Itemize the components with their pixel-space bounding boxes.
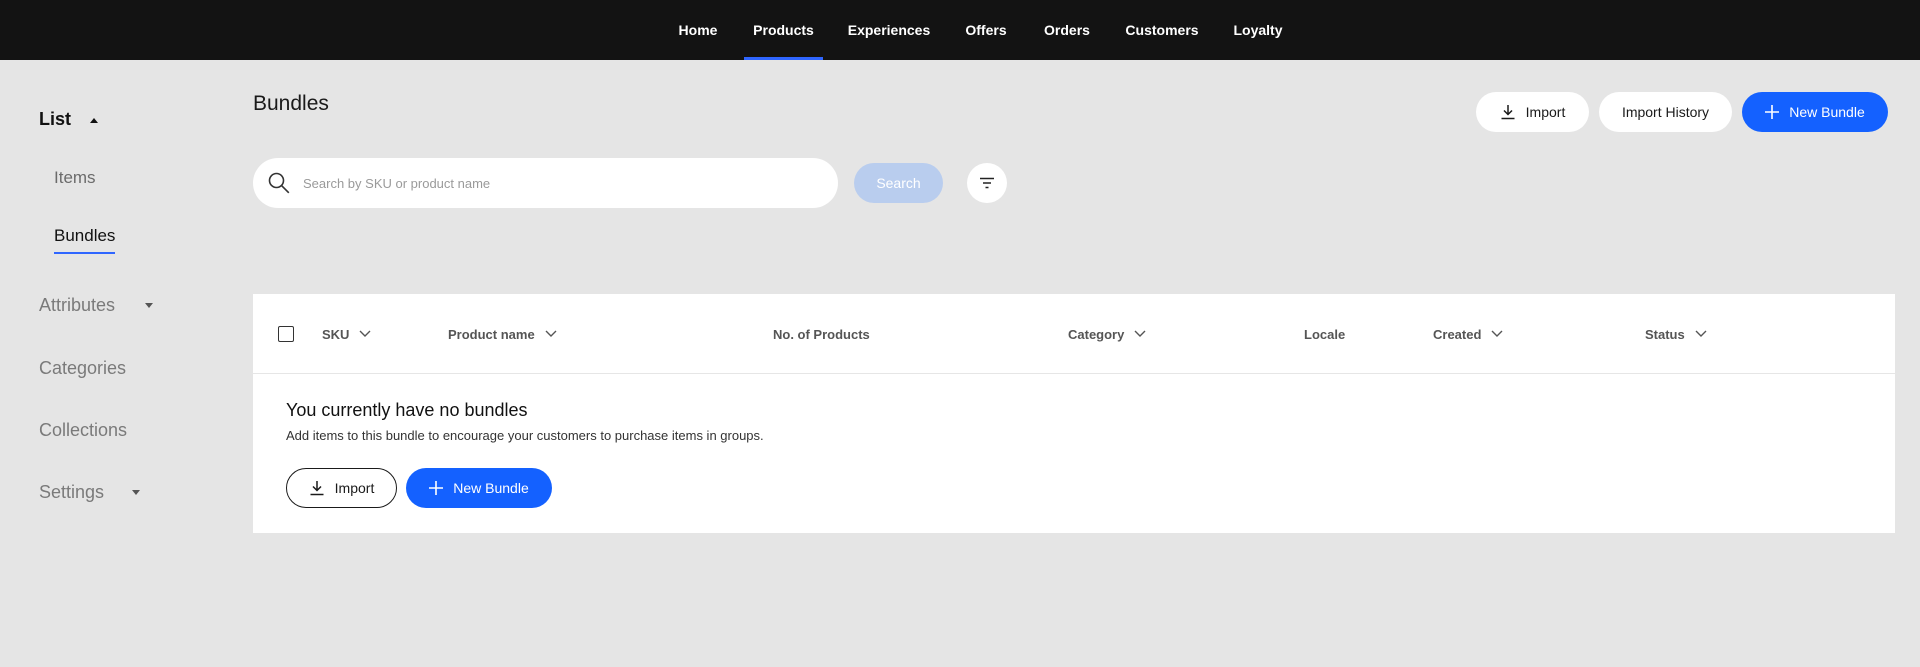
empty-state-description: Add items to this bundle to encourage yo…	[286, 428, 764, 443]
column-label: Locale	[1304, 326, 1346, 342]
sidebar-attributes-toggle[interactable]: Attributes	[39, 295, 159, 316]
filter-icon	[979, 177, 995, 189]
column-label: Status	[1645, 326, 1685, 342]
bundles-table: SKU Product name No. of Products Categor…	[253, 294, 1895, 533]
import-history-label: Import History	[1621, 104, 1710, 120]
sidebar-settings-label: Settings	[39, 482, 105, 502]
import-button-label: Import	[1525, 104, 1566, 120]
sidebar-attributes-label: Attributes	[39, 295, 116, 315]
download-icon	[309, 480, 325, 496]
plus-icon	[1765, 105, 1780, 119]
nav-item-experiences[interactable]: Experiences	[846, 0, 932, 60]
new-bundle-button[interactable]: New Bundle	[1742, 92, 1888, 132]
column-header-created[interactable]: Created	[1433, 294, 1503, 374]
chevron-down-icon	[1491, 330, 1503, 338]
caret-down-icon	[145, 303, 153, 308]
empty-import-label: Import	[334, 480, 375, 496]
nav-item-customers[interactable]: Customers	[1124, 0, 1200, 60]
nav-item-offers[interactable]: Offers	[962, 0, 1010, 60]
sidebar-list-label: List	[39, 109, 72, 129]
sidebar-item-bundles[interactable]: Bundles	[54, 226, 116, 254]
select-all-checkbox[interactable]	[278, 326, 294, 342]
chevron-down-icon	[359, 330, 371, 338]
search-bar	[253, 158, 838, 208]
nav-item-loyalty[interactable]: Loyalty	[1230, 0, 1286, 60]
top-navigation: Home Products Experiences Offers Orders …	[0, 0, 1920, 60]
sidebar-item-collections[interactable]: Collections	[39, 420, 127, 441]
import-button[interactable]: Import	[1476, 92, 1589, 132]
search-input[interactable]	[303, 158, 823, 208]
filter-button[interactable]	[967, 163, 1007, 203]
column-header-no-of-products: No. of Products	[773, 294, 870, 374]
sidebar-list-toggle[interactable]: List	[39, 109, 98, 130]
column-header-product-name[interactable]: Product name	[448, 294, 557, 374]
sidebar-item-items[interactable]: Items	[54, 168, 96, 188]
column-label: No. of Products	[773, 326, 870, 342]
empty-new-bundle-button[interactable]: New Bundle	[406, 468, 552, 508]
column-header-status[interactable]: Status	[1645, 294, 1707, 374]
nav-item-products[interactable]: Products	[744, 0, 823, 60]
empty-import-button[interactable]: Import	[286, 468, 397, 508]
column-header-category[interactable]: Category	[1068, 294, 1146, 374]
column-label: SKU	[322, 326, 350, 342]
import-history-button[interactable]: Import History	[1599, 92, 1732, 132]
download-icon	[1500, 104, 1516, 120]
table-header: SKU Product name No. of Products Categor…	[253, 294, 1895, 374]
sidebar-item-categories[interactable]: Categories	[39, 358, 126, 379]
column-header-locale: Locale	[1304, 294, 1345, 374]
chevron-down-icon	[1134, 330, 1146, 338]
chevron-down-icon	[1695, 330, 1707, 338]
plus-icon	[429, 481, 444, 495]
new-bundle-label: New Bundle	[1789, 104, 1865, 120]
caret-up-icon	[90, 118, 98, 123]
empty-state-title: You currently have no bundles	[286, 400, 528, 420]
empty-new-bundle-label: New Bundle	[453, 480, 529, 496]
nav-item-home[interactable]: Home	[672, 0, 724, 60]
search-icon	[267, 171, 291, 200]
caret-down-icon	[132, 490, 140, 495]
search-button[interactable]: Search	[854, 163, 943, 203]
column-label: Category	[1068, 326, 1125, 342]
nav-item-orders[interactable]: Orders	[1040, 0, 1094, 60]
column-label: Created	[1433, 326, 1482, 342]
page-title: Bundles	[253, 92, 329, 115]
sidebar-settings-toggle[interactable]: Settings	[39, 482, 149, 503]
column-label: Product name	[448, 326, 535, 342]
chevron-down-icon	[545, 330, 557, 338]
column-header-sku[interactable]: SKU	[322, 294, 371, 374]
